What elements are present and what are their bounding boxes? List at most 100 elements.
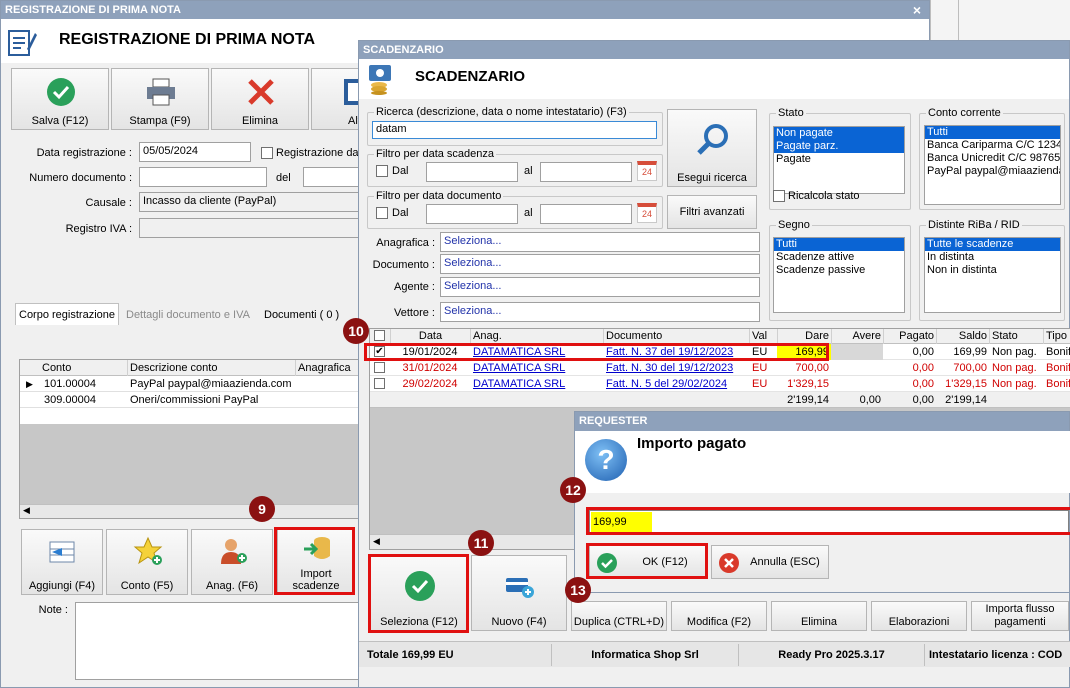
- exec-search-label: Esegui ricerca: [677, 172, 747, 184]
- stato-list[interactable]: Non pagate Pagate parz. Pagate: [773, 126, 905, 194]
- filter-doc-from[interactable]: [426, 204, 518, 224]
- calendar-icon[interactable]: 24: [637, 203, 657, 223]
- list-item[interactable]: Non in distinta: [925, 264, 1060, 277]
- row-doc[interactable]: Fatt. N. 30 del 19/12/2023: [604, 360, 749, 376]
- filter-doc-checkbox[interactable]: [376, 207, 388, 219]
- scad-header: SCADENZARIO: [359, 59, 1069, 99]
- row-anag[interactable]: DATAMATICA SRL: [471, 376, 603, 392]
- list-item[interactable]: Tutti: [774, 238, 904, 251]
- reg-checkbox[interactable]: [261, 147, 273, 159]
- adv-filters-button[interactable]: Filtri avanzati: [667, 195, 757, 229]
- search-input[interactable]: datam: [372, 121, 657, 139]
- process-button[interactable]: Elaborazioni: [871, 601, 967, 631]
- documento-field[interactable]: Seleziona...: [440, 254, 760, 274]
- tab-corpo[interactable]: Corpo registrazione: [15, 303, 119, 325]
- vettore-field[interactable]: Seleziona...: [440, 302, 760, 322]
- status-total: Totale 169,99 EU: [359, 644, 552, 666]
- row-avere: [831, 376, 883, 392]
- row-marker: ▶: [26, 379, 33, 389]
- list-item[interactable]: Pagate: [774, 153, 904, 166]
- new-card-icon: [506, 578, 534, 598]
- anagrafica-field[interactable]: Seleziona...: [440, 232, 760, 252]
- list-item[interactable]: Tutti: [925, 126, 1060, 139]
- journal-icon: [8, 30, 37, 56]
- save-label: Salva (F12): [31, 115, 89, 127]
- row-checkbox[interactable]: [374, 362, 385, 373]
- add-row-button[interactable]: Aggiungi (F4): [21, 529, 103, 595]
- tab-corpo-label: Corpo registrazione: [19, 309, 115, 321]
- anag-label: Anag. (F6): [206, 580, 258, 592]
- docdate-field[interactable]: [303, 167, 363, 187]
- note-field[interactable]: [75, 602, 365, 680]
- grid-hscrollbar[interactable]: ◀: [20, 504, 365, 518]
- list-item[interactable]: Tutte le scadenze: [925, 238, 1060, 251]
- search-group-title: Ricerca (descrizione, data o nome intest…: [374, 106, 629, 118]
- list-item[interactable]: Banca Cariparma C/C 12345: [925, 139, 1060, 152]
- documento-label: Documento :: [372, 259, 435, 271]
- save-button[interactable]: Salva (F12): [11, 68, 109, 130]
- recalc-checkbox[interactable]: [773, 190, 785, 202]
- date-field[interactable]: 05/05/2024: [139, 142, 251, 162]
- delete-button[interactable]: Elimina: [211, 68, 309, 130]
- agente-field[interactable]: Seleziona...: [440, 277, 760, 297]
- step-badge-13: 13: [565, 577, 591, 603]
- list-item[interactable]: Banca Unicredit C/C 98765: [925, 152, 1060, 165]
- tab-documenti[interactable]: Documenti ( 0 ): [261, 304, 342, 326]
- row-avere: [831, 344, 883, 360]
- list-item[interactable]: Scadenze passive: [774, 264, 904, 277]
- delete-scad-button[interactable]: Elimina: [771, 601, 867, 631]
- col-dare: Dare: [777, 329, 831, 344]
- iva-field[interactable]: [139, 218, 363, 238]
- close-icon[interactable]: ×: [913, 2, 921, 18]
- add-row-label: Aggiungi (F4): [28, 580, 96, 592]
- row-saldo: 1'329,15: [945, 378, 987, 390]
- list-item[interactable]: In distinta: [925, 251, 1060, 264]
- filter-due-checkbox[interactable]: [376, 165, 388, 177]
- segno-list[interactable]: Tutti Scadenze attive Scadenze passive: [773, 237, 905, 313]
- cancel-button[interactable]: Annulla (ESC): [711, 545, 829, 579]
- row-anag[interactable]: DATAMATICA SRL: [471, 360, 603, 376]
- tab-dettagli[interactable]: Dettagli documento e IVA: [123, 304, 253, 326]
- riba-list[interactable]: Tutte le scadenze In distinta Non in dis…: [924, 237, 1061, 313]
- list-item[interactable]: Non pagate: [774, 127, 904, 140]
- list-item[interactable]: PayPal paypal@miaazienda.: [925, 165, 1060, 178]
- print-label: Stampa (F9): [129, 115, 191, 127]
- duplicate-button[interactable]: Duplica (CTRL+D): [571, 601, 667, 631]
- modify-button[interactable]: Modifica (F2): [671, 601, 767, 631]
- account-button[interactable]: Conto (F5): [106, 529, 188, 595]
- check-circle-icon: [47, 78, 75, 106]
- account-label: Conto (F5): [120, 580, 174, 592]
- callout-amount-box: [586, 507, 1070, 535]
- filter-due-dal: Dal: [392, 165, 409, 177]
- row-tipo: Bonifi: [1046, 362, 1070, 374]
- anag-button[interactable]: Anag. (F6): [191, 529, 273, 595]
- table-row[interactable]: [20, 408, 365, 424]
- filter-due-from[interactable]: [426, 162, 518, 182]
- docnum-field[interactable]: [139, 167, 267, 187]
- scroll-left-icon[interactable]: ◀: [23, 505, 30, 516]
- list-item[interactable]: Scadenze attive: [774, 251, 904, 264]
- causale-field[interactable]: Incasso da cliente (PayPal): [139, 192, 363, 212]
- new-button[interactable]: Nuovo (F4): [471, 555, 567, 631]
- filter-due-to[interactable]: [540, 162, 632, 182]
- filter-doc-to[interactable]: [540, 204, 632, 224]
- iva-label: Registro IVA :: [65, 223, 132, 235]
- row-checkbox[interactable]: [374, 378, 385, 389]
- select-all-checkbox[interactable]: [374, 330, 385, 341]
- row-dare: 700,00: [795, 362, 829, 374]
- filter-doc-dal: Dal: [392, 207, 409, 219]
- scroll-left-icon[interactable]: ◀: [373, 536, 380, 547]
- import-payments-button[interactable]: Importa flusso pagamenti: [971, 601, 1069, 631]
- row-dare: 1'329,15: [787, 378, 829, 390]
- adv-filters-label: Filtri avanzati: [679, 206, 745, 218]
- date-label: Data registrazione :: [36, 147, 132, 159]
- conto-list[interactable]: Tutti Banca Cariparma C/C 12345 Banca Un…: [924, 125, 1061, 205]
- row-stato: Non pag.: [992, 346, 1037, 358]
- list-item[interactable]: Pagate parz.: [774, 140, 904, 153]
- print-button[interactable]: Stampa (F9): [111, 68, 209, 130]
- exec-search-button[interactable]: Esegui ricerca: [667, 109, 757, 187]
- calendar-icon[interactable]: 24: [637, 161, 657, 181]
- row-val: EU: [752, 378, 768, 390]
- row-doc[interactable]: Fatt. N. 5 del 29/02/2024: [604, 376, 749, 392]
- row-pagato: 0,00: [912, 346, 934, 358]
